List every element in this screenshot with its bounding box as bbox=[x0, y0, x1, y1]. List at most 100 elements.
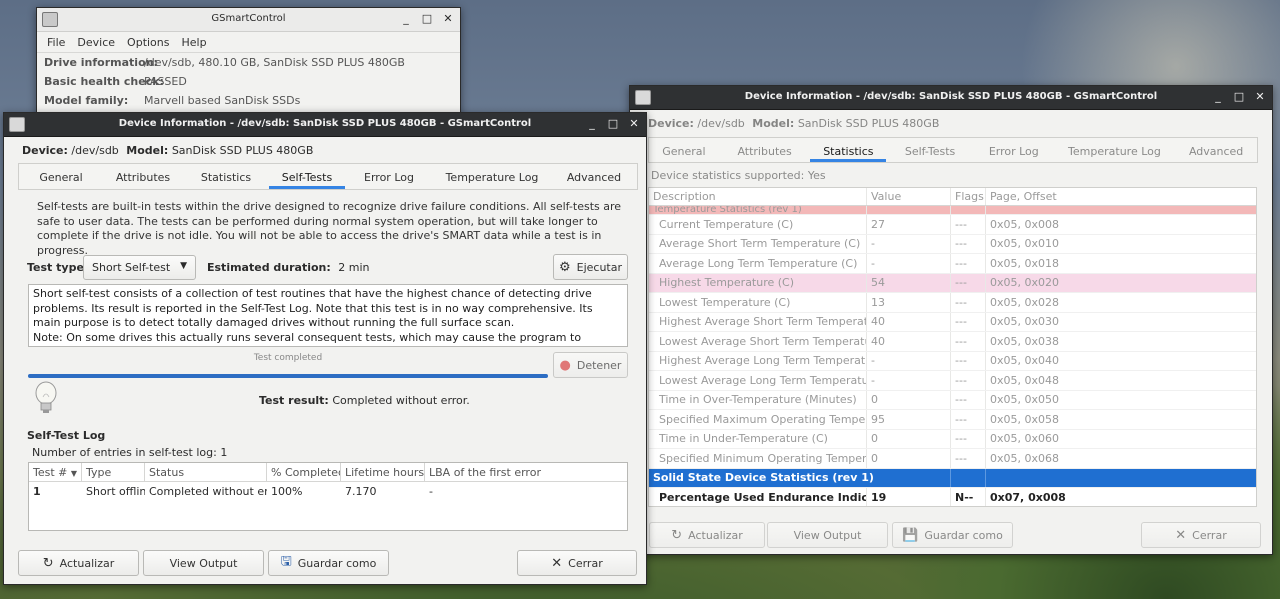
close-icon[interactable]: ✕ bbox=[1254, 90, 1266, 104]
row-value: 40 bbox=[867, 332, 951, 351]
tab-attributes[interactable]: Attributes bbox=[719, 138, 811, 162]
table-row[interactable]: Lowest Temperature (C) 13 --- 0x05, 0x028 bbox=[649, 293, 1256, 313]
close-button[interactable]: ✕ Cerrar bbox=[1141, 522, 1261, 548]
health-row: Basic health check: PASSED bbox=[44, 75, 454, 88]
row-offset: 0x05, 0x040 bbox=[990, 354, 1060, 368]
health-value: PASSED bbox=[144, 75, 187, 88]
left-titlebar[interactable]: Device Information - /dev/sdb: SanDisk S… bbox=[4, 113, 646, 137]
table-row[interactable]: Highest Average Short Term Temperature (… bbox=[649, 312, 1256, 332]
tab-error-log[interactable]: Error Log bbox=[974, 138, 1054, 162]
test-type-combo[interactable]: Short Self-test ▼ bbox=[83, 255, 196, 280]
row-value: 95 bbox=[867, 410, 951, 429]
row-flags: --- bbox=[951, 254, 986, 273]
col-flags[interactable]: Flags bbox=[951, 188, 986, 205]
table-row[interactable]: Highest Temperature (C) 54 --- 0x05, 0x020 bbox=[649, 273, 1256, 293]
stats-supported: Device statistics supported: Yes bbox=[651, 169, 826, 182]
close-icon[interactable]: ✕ bbox=[628, 117, 640, 131]
tab-error-log[interactable]: Error Log bbox=[345, 164, 433, 189]
table-row[interactable]: Average Short Term Temperature (C) - --- 0x… bbox=[649, 234, 1256, 254]
table-row[interactable]: Time in Under-Temperature (C) 0 --- 0x05, 0… bbox=[649, 429, 1256, 449]
refresh-button[interactable]: ↻ Actualizar bbox=[649, 522, 765, 548]
row-flags: --- bbox=[951, 390, 986, 409]
row-description: Lowest Average Short Term Temperature (C… bbox=[649, 332, 867, 351]
row-flags: --- bbox=[951, 273, 986, 292]
save-as-button[interactable]: 💾 Guardar como bbox=[892, 522, 1013, 548]
col-description[interactable]: Description bbox=[649, 188, 867, 205]
main-titlebar[interactable]: GSmartControl _ □ ✕ bbox=[37, 8, 460, 32]
maximize-icon[interactable]: □ bbox=[1233, 90, 1245, 104]
tab-temperature-log[interactable]: Temperature Log bbox=[433, 164, 551, 189]
statistics-table[interactable]: Description Value Flags Page, Offset Tem… bbox=[648, 187, 1257, 507]
stop-button[interactable]: ● Detener bbox=[553, 352, 628, 378]
device-label: Device: bbox=[648, 117, 694, 130]
model-value: SanDisk SSD PLUS 480GB bbox=[171, 144, 314, 157]
close-icon[interactable]: ✕ bbox=[442, 12, 454, 26]
col-type[interactable]: Type bbox=[82, 463, 145, 481]
family-label: Model family: bbox=[44, 94, 129, 107]
self-test-log-table[interactable]: Test # ▼ Type Status % Completed Lifetim… bbox=[28, 462, 628, 531]
run-icon: ⚙ bbox=[558, 259, 571, 275]
close-label: Cerrar bbox=[568, 556, 603, 570]
self-test-log-title: Self-Test Log bbox=[27, 429, 106, 442]
tab-self-tests[interactable]: Self-Tests bbox=[269, 164, 345, 189]
minimize-icon[interactable]: _ bbox=[586, 117, 598, 131]
tab-statistics[interactable]: Statistics bbox=[183, 164, 269, 189]
close-button[interactable]: ✕ Cerrar bbox=[517, 550, 637, 576]
save-as-button[interactable]: 🖫 Guardar como bbox=[268, 550, 389, 576]
model-label: Model: bbox=[752, 117, 795, 130]
row-value: 40 bbox=[867, 312, 951, 331]
col-lba-first-error[interactable]: LBA of the first error bbox=[425, 463, 627, 481]
table-row[interactable]: Lowest Average Long Term Temperature (C)… bbox=[649, 371, 1256, 391]
col-value[interactable]: Value bbox=[867, 188, 951, 205]
maximize-icon[interactable]: □ bbox=[607, 117, 619, 131]
table-row[interactable]: Percentage Used Endurance Indicator 19 N… bbox=[649, 488, 1256, 506]
log-count: Number of entries in self-test log: 1 bbox=[32, 446, 228, 459]
right-tabs: General Attributes Statistics Self-Tests… bbox=[648, 137, 1258, 163]
table-row[interactable]: Average Long Term Temperature (C) - --- 0x0… bbox=[649, 254, 1256, 274]
col-lifetime-hours[interactable]: Lifetime hours bbox=[341, 463, 425, 481]
tab-self-tests[interactable]: Self-Tests bbox=[886, 138, 974, 162]
refresh-button[interactable]: ↻ Actualizar bbox=[18, 550, 139, 576]
view-output-label: View Output bbox=[169, 556, 238, 570]
tab-advanced[interactable]: Advanced bbox=[1175, 138, 1257, 162]
table-row[interactable]: Current Temperature (C) 27 --- 0x05, 0x008 bbox=[649, 215, 1256, 235]
tab-statistics[interactable]: Statistics bbox=[810, 138, 886, 162]
test-description-textbox[interactable]: Short self-test consists of a collection… bbox=[28, 284, 628, 347]
tab-temperature-log[interactable]: Temperature Log bbox=[1054, 138, 1176, 162]
view-output-button[interactable]: View Output bbox=[767, 522, 888, 548]
menu-help[interactable]: Help bbox=[176, 32, 213, 52]
table-row[interactable]: Specified Maximum Operating Temperature … bbox=[649, 410, 1256, 430]
group-row-temperature[interactable]: Temperature Statistics (rev 1) bbox=[649, 206, 1256, 215]
col-test-number[interactable]: Test # ▼ bbox=[29, 463, 82, 481]
table-row[interactable]: Time in Over-Temperature (Minutes) 0 --- 0x… bbox=[649, 390, 1256, 410]
tab-general[interactable]: General bbox=[649, 138, 719, 162]
est-label: Estimated duration: bbox=[207, 261, 331, 274]
sort-desc-icon: ▼ bbox=[70, 469, 78, 478]
col-status[interactable]: Status bbox=[145, 463, 267, 481]
tab-advanced[interactable]: Advanced bbox=[551, 164, 637, 189]
group-label: Solid State Device Statistics (rev 1) bbox=[649, 468, 874, 487]
minimize-icon[interactable]: _ bbox=[400, 12, 412, 26]
maximize-icon[interactable]: □ bbox=[421, 12, 433, 26]
right-titlebar[interactable]: Device Information - /dev/sdb: SanDisk S… bbox=[630, 86, 1272, 110]
table-row[interactable]: Lowest Average Short Term Temperature (C… bbox=[649, 332, 1256, 352]
table-row[interactable]: 1 Short offline Completed without error … bbox=[29, 482, 627, 501]
group-row-ssd[interactable]: Solid State Device Statistics (rev 1) bbox=[649, 468, 1256, 488]
col-page-offset[interactable]: Page, Offset bbox=[986, 188, 1256, 205]
row-offset: 0x05, 0x008 bbox=[990, 217, 1060, 231]
table-row[interactable]: Specified Minimum Operating Temperature … bbox=[649, 449, 1256, 469]
table-row[interactable]: Highest Average Long Term Temperature (C… bbox=[649, 351, 1256, 371]
tab-attributes[interactable]: Attributes bbox=[103, 164, 183, 189]
col-percent-completed[interactable]: % Completed bbox=[267, 463, 341, 481]
view-output-button[interactable]: View Output bbox=[143, 550, 264, 576]
menu-device[interactable]: Device bbox=[71, 32, 121, 52]
minimize-icon[interactable]: _ bbox=[1212, 90, 1224, 104]
row-description: Lowest Temperature (C) bbox=[649, 293, 867, 312]
cell-percent: 100% bbox=[271, 485, 303, 498]
row-description: Highest Average Long Term Temperature (C… bbox=[649, 351, 867, 370]
execute-button[interactable]: ⚙ Ejecutar bbox=[553, 254, 628, 280]
menu-options[interactable]: Options bbox=[121, 32, 175, 52]
tab-general[interactable]: General bbox=[19, 164, 103, 189]
menu-file[interactable]: File bbox=[41, 32, 71, 52]
right-device-line: Device: /dev/sdb Model: SanDisk SSD PLUS… bbox=[648, 117, 939, 130]
